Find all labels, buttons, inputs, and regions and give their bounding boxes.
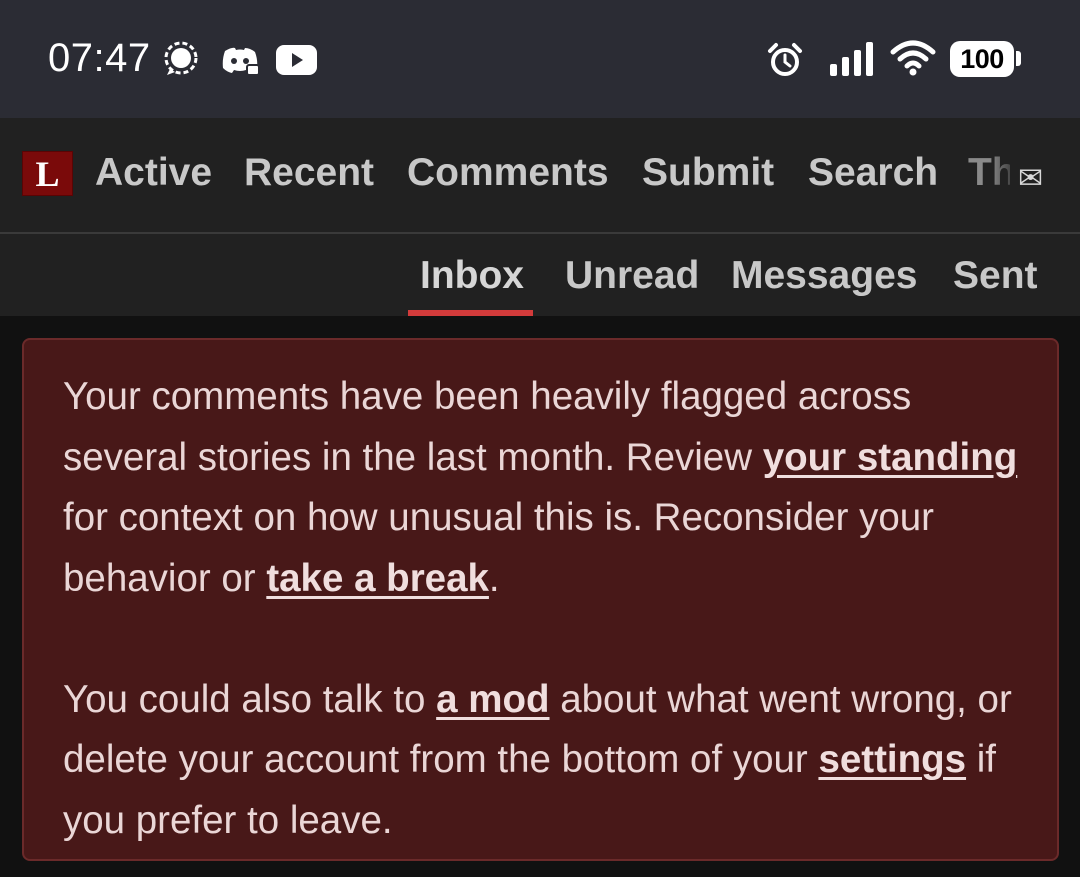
- active-tab-underline: [408, 310, 533, 316]
- take-a-break-link[interactable]: take a break: [266, 557, 489, 600]
- tab-messages[interactable]: Messages: [731, 253, 917, 299]
- envelope-icon[interactable]: ✉: [1018, 162, 1043, 196]
- top-nav: L Active Recent Comments Submit Search T…: [0, 118, 1080, 232]
- tab-inbox[interactable]: Inbox: [420, 253, 524, 299]
- your-standing-link[interactable]: your standing: [763, 436, 1018, 479]
- site-logo[interactable]: L: [22, 151, 73, 196]
- cell-signal-icon: [830, 42, 873, 76]
- alarm-icon: [768, 43, 802, 76]
- nav-link-search[interactable]: Search: [808, 150, 938, 196]
- inbox-subnav: Inbox Unread Messages Sent: [0, 234, 1080, 316]
- settings-link[interactable]: settings: [818, 738, 966, 781]
- signal-messenger-icon: [164, 41, 198, 75]
- tab-unread[interactable]: Unread: [565, 253, 699, 299]
- notice-paragraph-2: You could also talk to a mod about what …: [63, 670, 1027, 852]
- notice-paragraph-1: Your comments have been heavily flagged …: [63, 367, 1027, 609]
- nav-link-recent[interactable]: Recent: [244, 150, 374, 196]
- battery-indicator: 100: [950, 41, 1014, 77]
- nav-link-active[interactable]: Active: [95, 150, 212, 196]
- nav-link-submit[interactable]: Submit: [642, 150, 774, 196]
- notice-text: You could also talk to: [63, 677, 437, 721]
- a-mod-link[interactable]: a mod: [436, 678, 549, 721]
- flagged-warning-notice: Your comments have been heavily flagged …: [22, 338, 1059, 861]
- youtube-icon: [276, 45, 317, 75]
- wifi-icon: [890, 40, 936, 76]
- battery-tip: [1016, 51, 1021, 66]
- clock: 07:47: [48, 36, 151, 80]
- tab-sent[interactable]: Sent: [953, 253, 1038, 299]
- nav-link-comments[interactable]: Comments: [407, 150, 609, 196]
- notice-text: .: [488, 556, 500, 600]
- discord-icon: [222, 47, 260, 76]
- status-bar: 07:47 100: [0, 0, 1080, 118]
